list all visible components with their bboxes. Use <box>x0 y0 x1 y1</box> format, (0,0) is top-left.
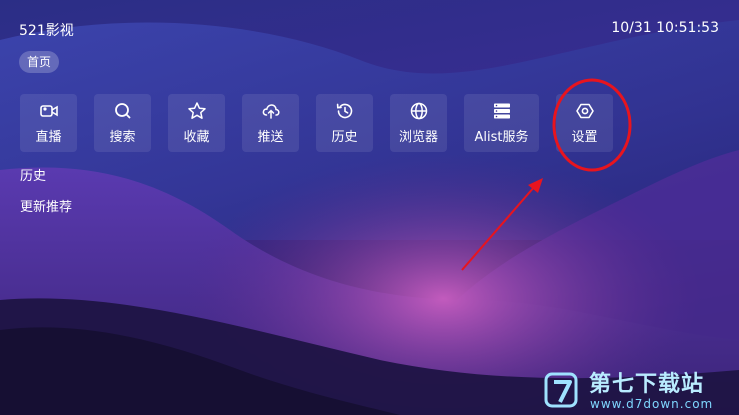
globe-icon <box>410 102 427 120</box>
cloud-upload-icon <box>262 104 280 119</box>
section-history[interactable]: 历史 <box>20 165 46 184</box>
watermark-logo <box>544 372 578 408</box>
clock: 10/31 10:51:53 <box>611 20 719 36</box>
watermark-url: www.d7down.com <box>590 397 714 411</box>
live-button[interactable]: 直播 <box>20 94 77 152</box>
app-title: 521影视 <box>19 23 74 39</box>
history-label: 历史 <box>331 130 358 145</box>
video-camera-icon <box>39 105 58 117</box>
wallpaper-background <box>0 0 739 415</box>
search-label: 搜索 <box>109 130 136 145</box>
settings-button[interactable]: 设置 <box>556 94 613 152</box>
section-recommended[interactable]: 更新推荐 <box>20 196 72 215</box>
tab-home[interactable]: 首页 <box>19 51 60 73</box>
server-icon <box>493 103 510 119</box>
push-label: 推送 <box>257 130 284 145</box>
history-button[interactable]: 历史 <box>316 94 373 152</box>
live-label: 直播 <box>35 130 62 145</box>
search-button[interactable]: 搜索 <box>94 94 151 152</box>
gear-icon <box>575 103 594 119</box>
search-icon <box>114 103 131 119</box>
push-button[interactable]: 推送 <box>242 94 299 152</box>
watermark-title: 第七下载站 <box>589 372 705 397</box>
star-icon <box>187 102 206 119</box>
favorites-button[interactable]: 收藏 <box>168 94 225 152</box>
alist-service-label: Alist服务 <box>474 130 529 145</box>
settings-label: 设置 <box>571 130 598 145</box>
history-icon <box>336 103 352 119</box>
favorites-label: 收藏 <box>183 130 210 145</box>
browser-button[interactable]: 浏览器 <box>390 94 447 152</box>
browser-label: 浏览器 <box>398 130 438 145</box>
alist-service-button[interactable]: Alist服务 <box>464 94 539 152</box>
